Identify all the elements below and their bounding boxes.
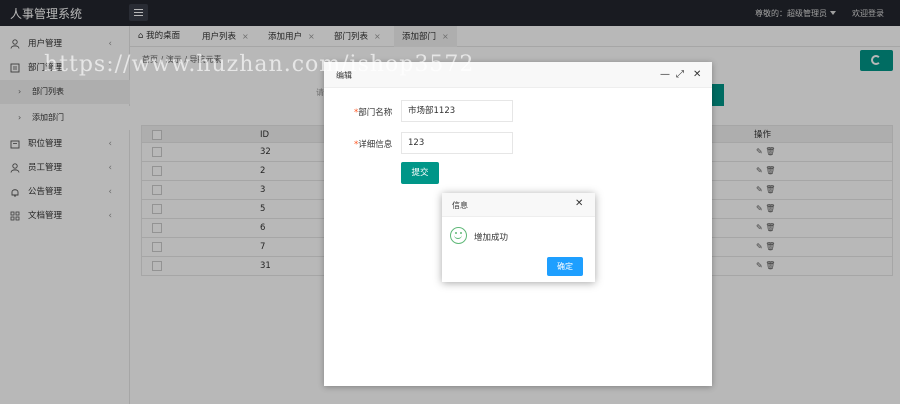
detail-info-input[interactable]: 123 [401, 132, 513, 154]
submit-button[interactable]: 提交 [401, 162, 439, 184]
info-dialog-header: 信息 ✕ [442, 193, 595, 217]
close-icon[interactable]: ✕ [575, 198, 583, 209]
info-dialog-title: 信息 [452, 201, 468, 210]
close-icon[interactable]: ✕ [693, 69, 701, 80]
detail-info-label: *详细信息 [354, 140, 393, 150]
smile-icon [450, 227, 467, 244]
info-dialog: 信息 ✕ 增加成功 确定 [442, 193, 595, 282]
minimize-icon[interactable]: — [660, 69, 670, 80]
success-message: 增加成功 [474, 233, 509, 243]
confirm-button[interactable]: 确定 [547, 257, 583, 276]
department-name-input[interactable]: 市场部1123 [401, 100, 513, 122]
watermark: https://www.huzhan.com/ishop3572 [44, 52, 475, 77]
department-name-label: *部门名称 [354, 108, 393, 118]
maximize-icon[interactable]: ⤢ [676, 69, 684, 80]
